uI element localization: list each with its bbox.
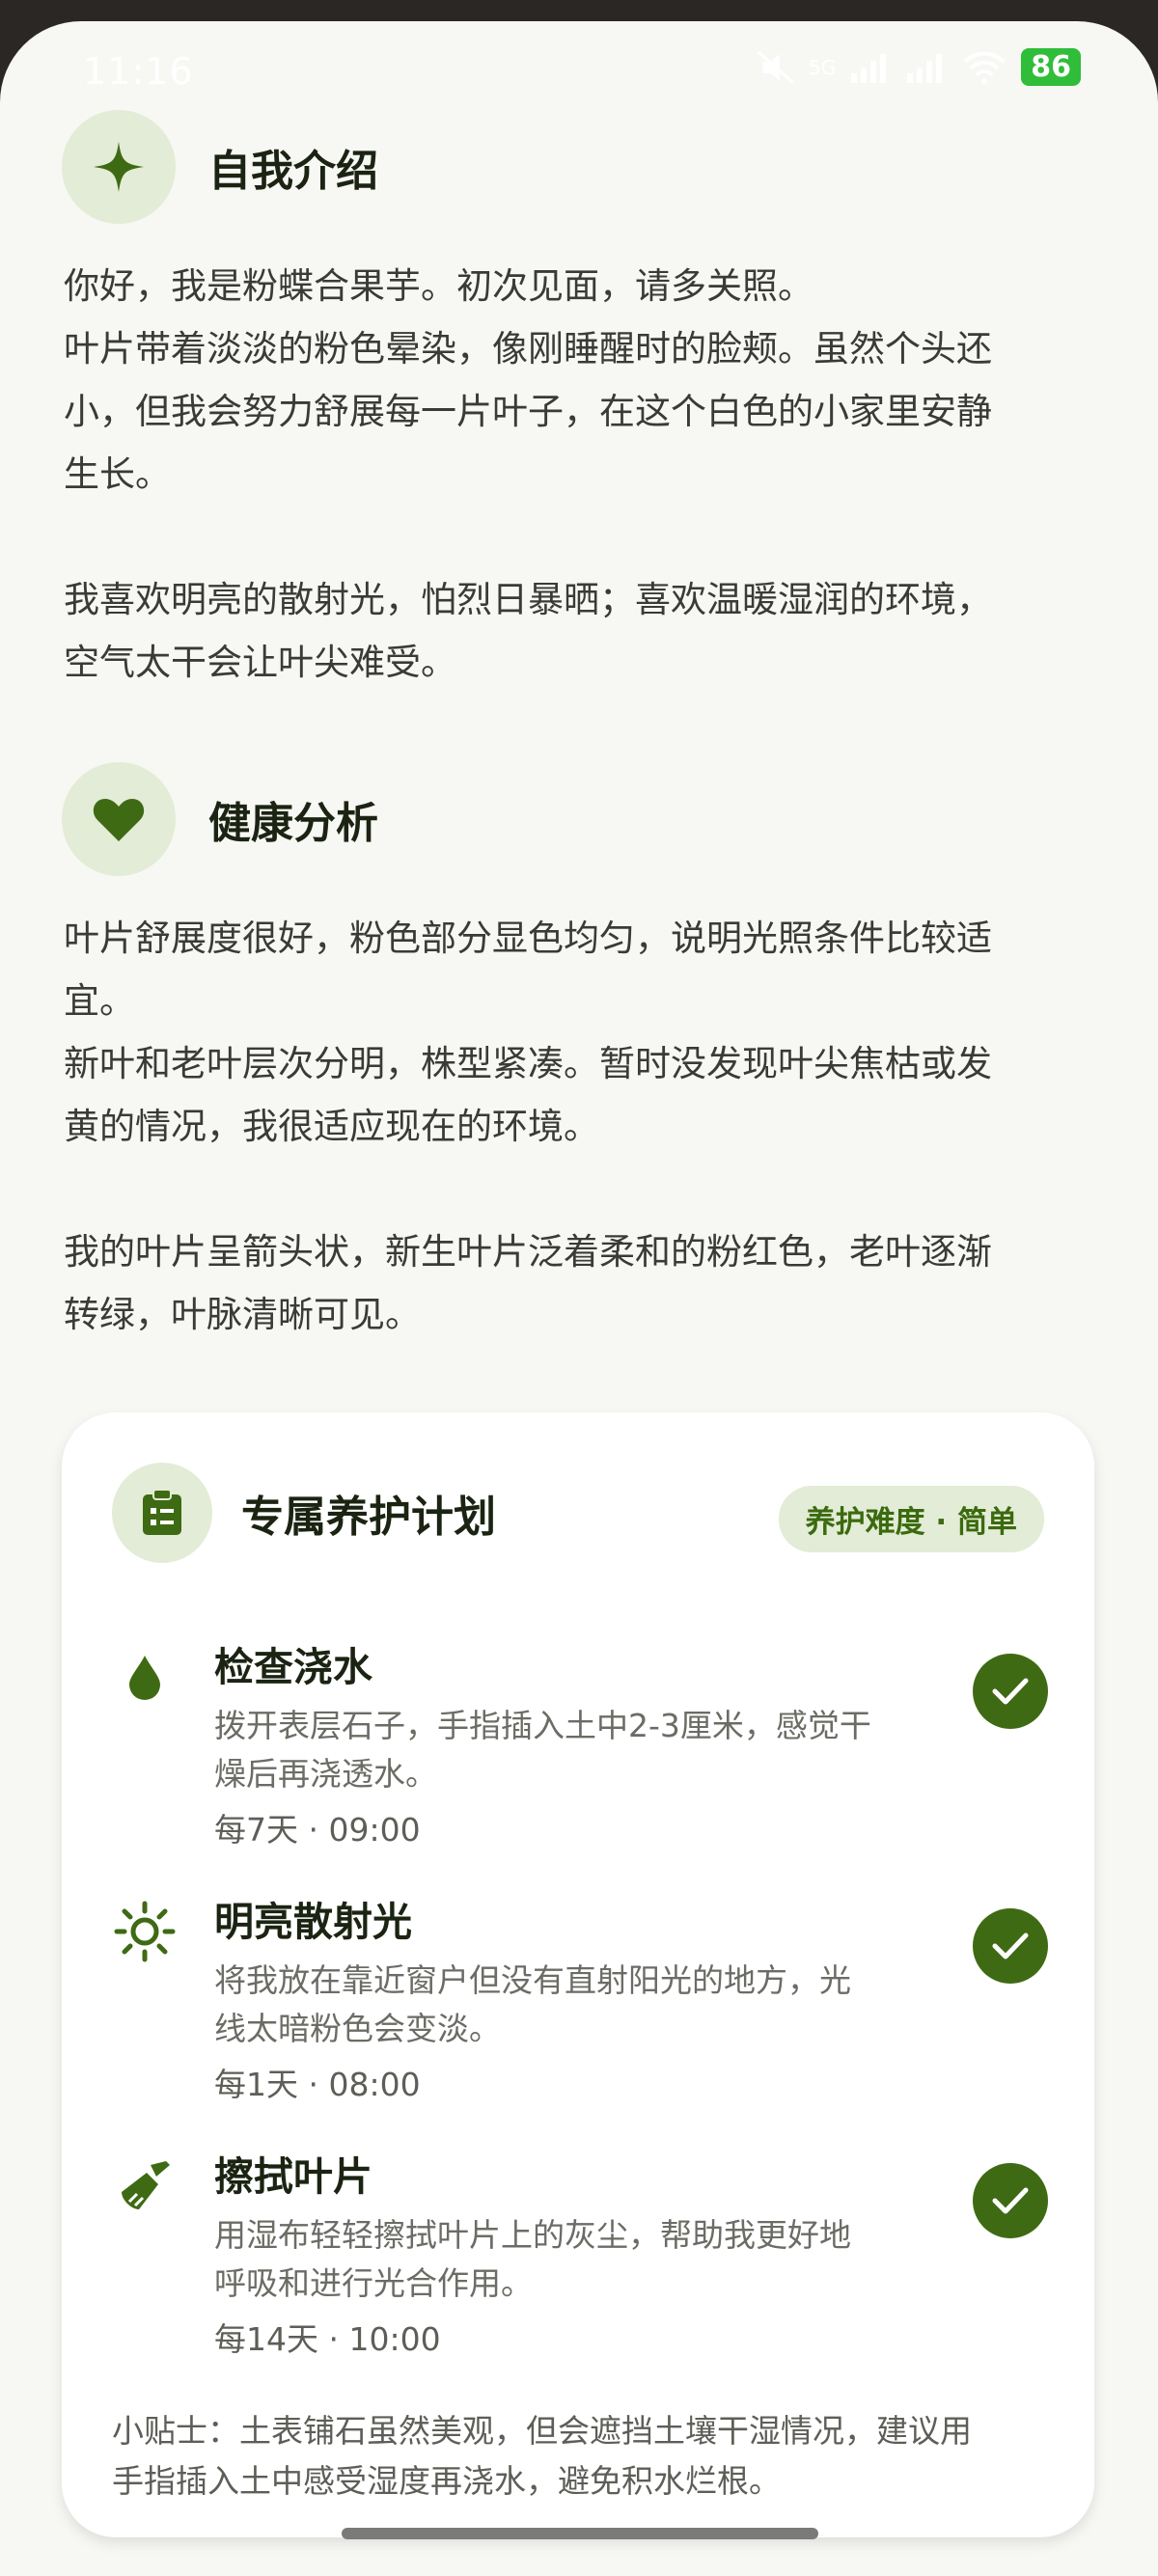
task-description: 用湿布轻轻擦拭叶片上的灰尘，帮助我更好地 呼吸和进行光合作用。 [214, 2211, 909, 2308]
health-line: 叶片舒展度很好，粉色部分显色均匀，说明光照条件比较适 [64, 918, 992, 959]
care-tip-line: 小贴士：土表铺石虽然美观，但会遮挡土壤干湿情况，建议用 [112, 2412, 972, 2450]
check-icon [992, 1932, 1029, 1959]
task-title: 检查浇水 [214, 1644, 372, 1690]
task-description: 将我放在靠近窗户但没有直射阳光的地方，光 线太暗粉色会变淡。 [214, 1957, 909, 2053]
task-done-checkmark[interactable] [973, 2163, 1048, 2238]
intro-title: 自我介绍 [208, 147, 378, 196]
signal-label: 5G [809, 55, 837, 79]
mute-icon [758, 50, 795, 84]
care-plan-title: 专属养护计划 [241, 1493, 496, 1542]
status-time: 11:16 [83, 50, 194, 93]
broom-icon [112, 2153, 178, 2219]
health-line: 转绿，叶脉清晰可见。 [64, 1294, 421, 1335]
signal-icon-2 [907, 53, 943, 83]
health-line: 黄的情况，我很适应现在的环境。 [64, 1106, 599, 1147]
care-tip-line: 手指插入土中感受湿度再浇水，避免积水烂根。 [112, 2462, 781, 2500]
intro-line: 叶片带着淡淡的粉色晕染，像刚睡醒时的脸颊。虽然个头还 [64, 328, 992, 370]
task-body: 检查浇水 拨开表层石子，手指插入土中2-3厘米，感觉干 燥后再浇透水。 每7天 … [214, 1640, 909, 1854]
task-body: 明亮散射光 将我放在靠近窗户但没有直射阳光的地方，光 线太暗粉色会变淡。 每1天… [214, 1895, 909, 2109]
heart-icon [62, 762, 176, 876]
intro-line: 小，但我会努力舒展每一片叶子，在这个白色的小家里安静 [64, 391, 992, 432]
task-frequency: 每14天 · 10:00 [214, 2320, 441, 2358]
health-line: 宜。 [64, 980, 135, 1022]
task-frequency: 每1天 · 08:00 [214, 2066, 421, 2103]
check-icon [992, 2187, 1029, 2214]
intro-header: 自我介绍 [62, 110, 378, 224]
task-description-line: 用湿布轻轻擦拭叶片上的灰尘，帮助我更好地 [214, 2216, 851, 2254]
health-text: 叶片舒展度很好，粉色部分显色均匀，说明光照条件比较适 宜。 新叶和老叶层次分明，… [64, 907, 1087, 1346]
task-description-line: 线太暗粉色会变淡。 [214, 2010, 501, 2047]
wifi-icon [963, 51, 1006, 84]
status-bar: 11:16 5G 86 [0, 21, 1158, 118]
app-screen: 11:16 5G 86 自我介绍 你好，我是粉蝶合果芋。初次见面，请多关照。 叶… [0, 21, 1158, 2576]
battery-level: 86 [1021, 48, 1081, 86]
intro-line: 空气太干会让叶尖难受。 [64, 642, 456, 683]
task-description-line: 拨开表层石子，手指插入土中2-3厘米，感觉干 [214, 1707, 871, 1744]
intro-line: 你好，我是粉蝶合果芋。初次见面，请多关照。 [64, 265, 813, 307]
home-indicator[interactable] [342, 2528, 818, 2539]
task-done-checkmark[interactable] [973, 1908, 1048, 1984]
task-description-line: 燥后再浇透水。 [214, 1755, 437, 1793]
status-icons: 5G 86 [757, 48, 1081, 86]
health-line: 新叶和老叶层次分明，株型紧凑。暂时没发现叶尖焦枯或发 [64, 1043, 992, 1084]
task-body: 擦拭叶片 用湿布轻轻擦拭叶片上的灰尘，帮助我更好地 呼吸和进行光合作用。 每14… [214, 2150, 909, 2364]
intro-line: 我喜欢明亮的散射光，怕烈日暴晒；喜欢温暖湿润的环境， [64, 579, 992, 620]
task-description-line: 将我放在靠近窗户但没有直射阳光的地方，光 [214, 1961, 851, 1999]
task-description-line: 呼吸和进行光合作用。 [214, 2264, 533, 2302]
clipboard-icon [112, 1463, 212, 1563]
water-drop-icon [112, 1644, 178, 1710]
check-icon [992, 1678, 1029, 1705]
health-title: 健康分析 [208, 799, 378, 848]
difficulty-badge: 养护难度 · 简单 [778, 1486, 1044, 1552]
care-plan-header: 专属养护计划 [112, 1463, 496, 1563]
task-title: 擦拭叶片 [214, 2153, 372, 2200]
signal-icon [851, 53, 887, 83]
sun-icon [112, 1899, 178, 1964]
health-line: 我的叶片呈箭头状，新生叶片泛着柔和的粉红色，老叶逐渐 [64, 1231, 992, 1273]
intro-line: 生长。 [64, 453, 171, 495]
task-title: 明亮散射光 [214, 1899, 412, 1945]
care-plan-card: 专属养护计划 养护难度 · 简单 检查浇水 拨开表层石子，手指插入土中2-3厘米… [62, 1412, 1094, 2537]
task-description: 拨开表层石子，手指插入土中2-3厘米，感觉干 燥后再浇透水。 [214, 1702, 909, 1798]
health-header: 健康分析 [62, 762, 378, 876]
task-frequency: 每7天 · 09:00 [214, 1811, 421, 1849]
task-done-checkmark[interactable] [973, 1654, 1048, 1729]
intro-text: 你好，我是粉蝶合果芋。初次见面，请多关照。 叶片带着淡淡的粉色晕染，像刚睡醒时的… [64, 255, 1087, 694]
sparkle-icon [62, 110, 176, 224]
care-tip: 小贴士：土表铺石虽然美观，但会遮挡土壤干湿情况，建议用 手指插入土中感受湿度再浇… [112, 2406, 1058, 2507]
